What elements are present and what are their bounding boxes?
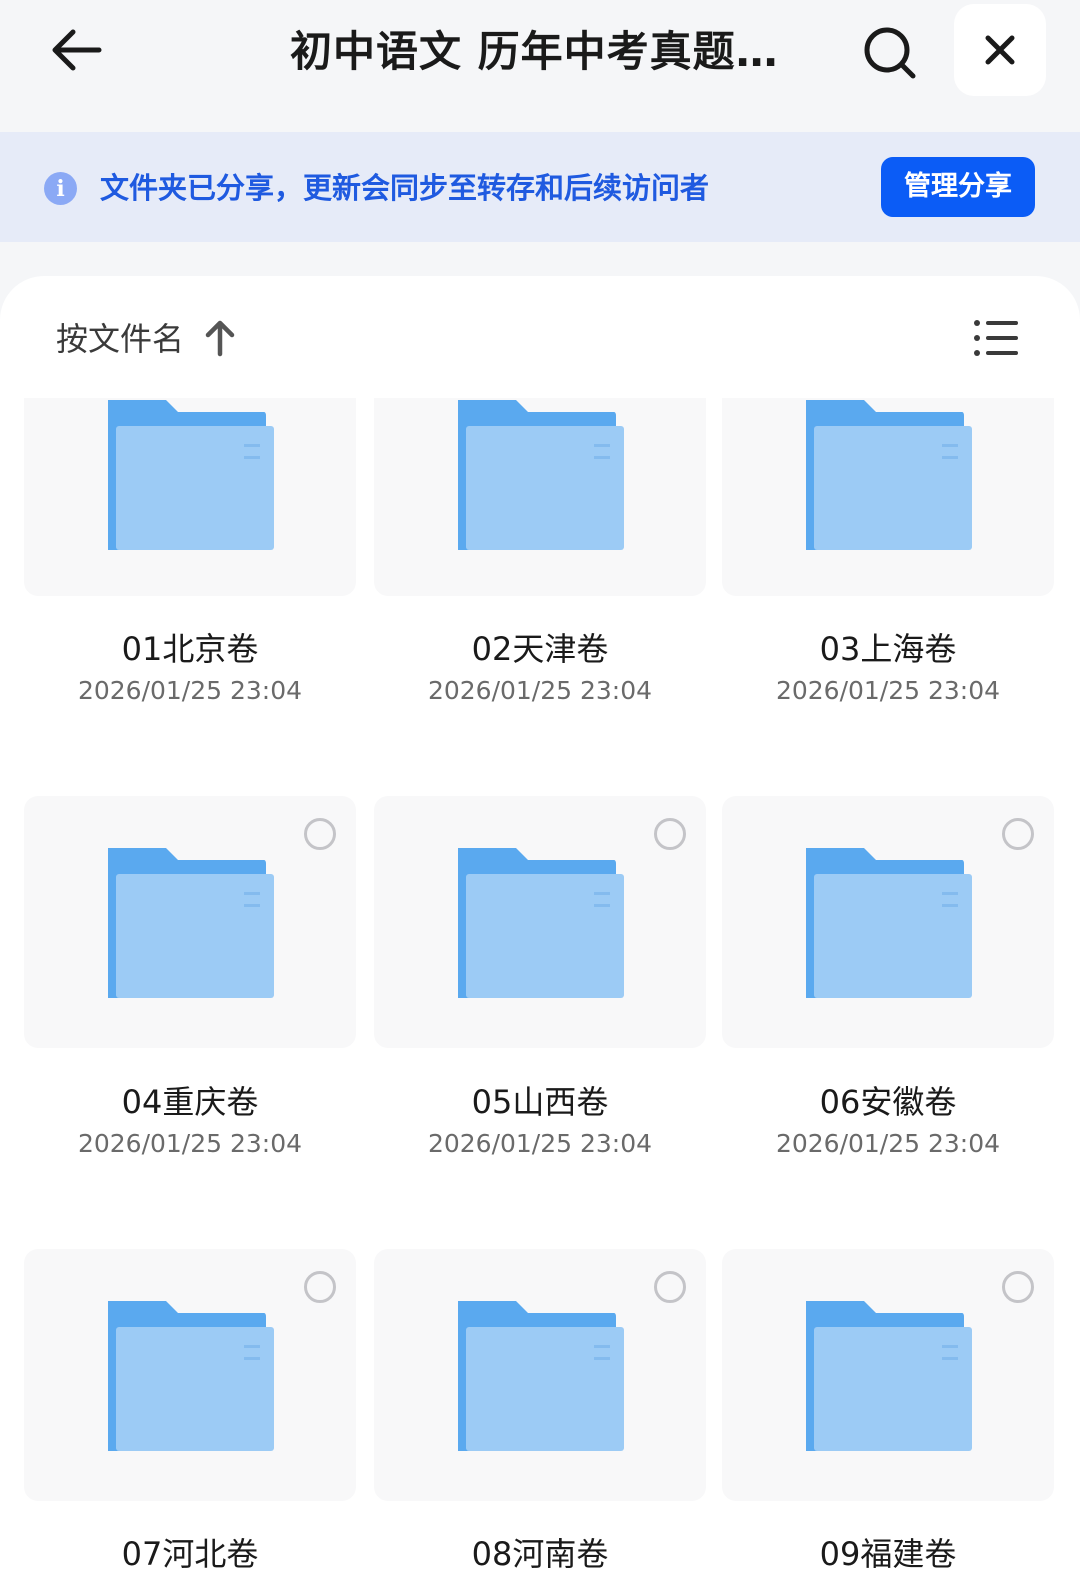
list-view-icon[interactable]	[972, 318, 1022, 358]
select-checkbox[interactable]	[654, 818, 686, 850]
folder-icon	[108, 848, 274, 998]
folder-name[interactable]: 08河南卷	[374, 1532, 706, 1570]
folder-name[interactable]: 06安徽卷	[722, 1080, 1054, 1124]
folder-name[interactable]: 03上海卷	[722, 627, 1054, 671]
folder-date: 2026/01/25 23:04	[775, 1129, 1001, 1158]
folder-icon	[806, 400, 972, 550]
select-checkbox[interactable]	[304, 1271, 336, 1303]
select-checkbox[interactable]	[1002, 818, 1034, 850]
folder-name[interactable]: 02天津卷	[374, 627, 706, 671]
folder-tile[interactable]	[374, 796, 706, 1048]
file-browser-page: 初中语文 历年中考真题… i 文件夹已分享，更新会同步至转存和后续访问者 管理分…	[0, 0, 1080, 1570]
folder-name[interactable]: 04重庆卷	[24, 1080, 356, 1124]
folder-icon	[806, 1301, 972, 1451]
folder-name[interactable]: 01北京卷	[24, 627, 356, 671]
select-checkbox[interactable]	[1002, 1271, 1034, 1303]
close-button[interactable]	[954, 4, 1046, 96]
folder-date: 2026/01/25 23:04	[77, 1129, 303, 1158]
folder-tile[interactable]	[24, 796, 356, 1048]
page-title: 初中语文 历年中考真题…	[290, 27, 779, 76]
close-icon	[985, 35, 1015, 65]
folder-tile[interactable]	[24, 398, 356, 596]
search-button[interactable]	[855, 20, 923, 84]
folder-icon	[458, 400, 624, 550]
folder-tile[interactable]	[722, 796, 1054, 1048]
folder-icon	[458, 848, 624, 998]
folder-date: 2026/01/25 23:04	[77, 676, 303, 705]
folder-icon	[108, 400, 274, 550]
select-checkbox[interactable]	[304, 818, 336, 850]
folder-name[interactable]: 05山西卷	[374, 1080, 706, 1124]
back-button[interactable]	[40, 20, 110, 80]
folder-date: 2026/01/25 23:04	[427, 1129, 653, 1158]
folder-icon	[458, 1301, 624, 1451]
folder-icon	[108, 1301, 274, 1451]
folder-name[interactable]: 07河北卷	[24, 1532, 356, 1570]
folder-date: 2026/01/25 23:04	[427, 676, 653, 705]
folder-date: 2026/01/25 23:04	[775, 676, 1001, 705]
top-bar: 初中语文 历年中考真题…	[0, 0, 1080, 132]
select-checkbox[interactable]	[654, 1271, 686, 1303]
arrow-up-icon[interactable]	[202, 318, 238, 358]
folder-tile[interactable]	[24, 1249, 356, 1501]
folder-icon	[806, 848, 972, 998]
folder-tile[interactable]	[722, 1249, 1054, 1501]
search-icon	[864, 27, 916, 79]
folder-name[interactable]: 09福建卷	[722, 1532, 1054, 1570]
folder-tile[interactable]	[374, 1249, 706, 1501]
sort-by-name-button[interactable]: 按文件名	[56, 315, 184, 363]
manage-share-button[interactable]: 管理分享	[881, 157, 1035, 217]
folder-tile[interactable]	[722, 398, 1054, 596]
info-icon: i	[44, 172, 77, 205]
arrow-left-icon	[52, 29, 102, 71]
share-notice-text: 文件夹已分享，更新会同步至转存和后续访问者	[100, 171, 710, 205]
folder-tile[interactable]	[374, 398, 706, 596]
